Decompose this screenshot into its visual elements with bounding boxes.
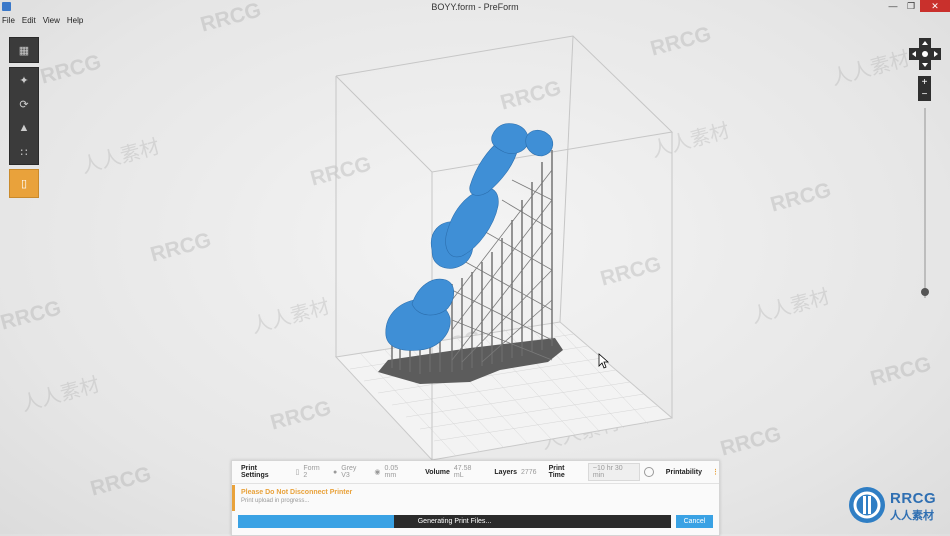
menu-file[interactable]: File [2,14,15,27]
orient-icon[interactable]: ⟳ [10,92,38,116]
window-title: BOYY.form - PreForm [431,2,519,12]
printability-label[interactable]: Printability [666,469,702,476]
warning-banner: Please Do Not Disconnect Printer Print u… [232,485,719,511]
rrcg-logo-title: RRCG [890,490,937,507]
print-time-value: ~10 hr 30 min [587,463,640,481]
3d-viewport[interactable] [0,0,950,534]
printer-name[interactable]: Form 2 [303,465,325,479]
layers-value: 2776 [520,468,537,476]
tools-toolbar: ✦ ⟳ ▲ ∷ [9,67,39,165]
volume-value: 47.58 mL [453,465,472,479]
volume-label: Volume [425,468,450,476]
layer-height[interactable]: 0.05 mm [384,465,411,479]
mouse-cursor-icon [598,353,610,369]
resin-drop-icon: ● [333,468,338,476]
more-options-icon[interactable]: ⋮ [712,468,719,476]
window-controls: — ❐ ✕ [884,0,950,12]
rrcg-logo-icon [849,487,885,523]
print-time-label: Print Time [548,465,565,479]
supports-icon[interactable]: ▲ [10,116,38,140]
loading-spinner-icon [643,467,654,477]
progress-label: Generating Print Files... [417,518,492,525]
title-bar: BOYY.form - PreForm — ❐ ✕ [0,0,950,14]
zoom-slider-track[interactable] [924,108,926,298]
print-settings-label[interactable]: Print Settings [241,465,286,479]
menu-edit[interactable]: Edit [22,14,36,27]
menu-bar: File Edit View Help [2,14,83,27]
material-name[interactable]: Grey V3 [341,465,366,479]
print-settings-row: Print Settings ▯ Form 2 ● Grey V3 ◉ 0.05… [232,461,719,484]
app-icon [2,2,11,11]
3d-model[interactable] [385,123,554,351]
magic-wand-icon[interactable]: ✦ [10,68,38,92]
warning-subtitle: Print upload in progress... [241,498,310,504]
close-icon[interactable]: ✕ [920,0,950,12]
layout-icon[interactable]: ▦ [10,38,38,62]
print-panel: Print Settings ▯ Form 2 ● Grey V3 ◉ 0.05… [231,460,720,536]
print-toolbar: ▯ [9,169,39,198]
printer-icon: ▯ [295,469,300,476]
layout-grid-icon[interactable]: ∷ [10,140,38,164]
navigation-cube-icon[interactable] [909,38,941,70]
progress-bar: Generating Print Files... [238,515,671,528]
restore-icon[interactable]: ❐ [902,0,920,12]
menu-view[interactable]: View [43,14,60,27]
zoom-out-button[interactable]: − [918,88,931,101]
view-toolbar: ▦ [9,37,39,63]
menu-help[interactable]: Help [67,14,83,27]
rrcg-logo: RRCG 人人素材 [848,486,948,526]
layer-icon: ◉ [374,469,381,476]
minimize-icon[interactable]: — [884,0,902,12]
warning-title: Please Do Not Disconnect Printer [241,489,353,496]
cancel-button[interactable]: Cancel [676,515,713,528]
layers-label: Layers [494,468,517,476]
printer-icon[interactable]: ▯ [10,170,38,197]
rrcg-logo-subtitle: 人人素材 [890,510,934,522]
